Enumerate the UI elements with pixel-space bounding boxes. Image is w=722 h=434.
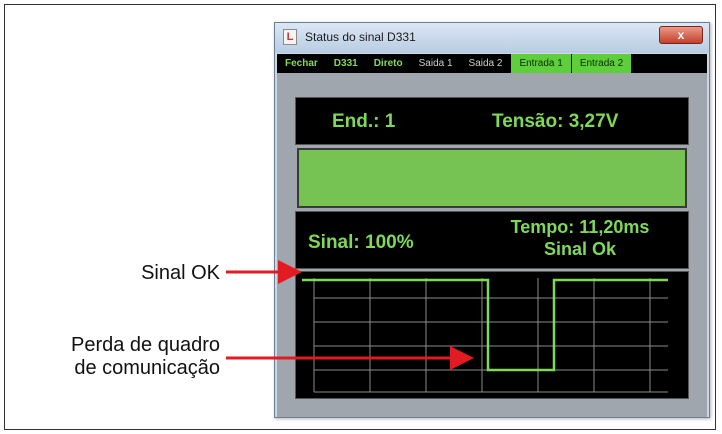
arrow-overlay	[226, 260, 474, 370]
